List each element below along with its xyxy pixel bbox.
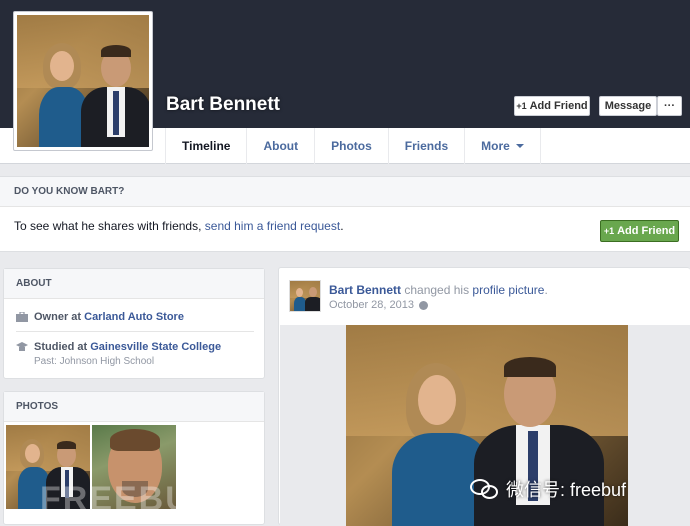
graduation-cap-icon: [16, 342, 28, 352]
about-heading: ABOUT: [4, 269, 264, 299]
post-author-link[interactable]: Bart Bennett: [329, 283, 401, 297]
friend-request-prompt: To see what he shares with friends, send…: [14, 219, 344, 233]
tab-more[interactable]: More: [464, 128, 541, 164]
couple-photo: [17, 15, 149, 147]
tab-more-label: More: [481, 139, 510, 153]
faint-watermark-logo: FREEBUF: [40, 480, 215, 518]
about-card: ABOUT Owner at Carland Auto Store Studie…: [3, 268, 265, 379]
study-prefix: Studied at: [34, 341, 91, 353]
more-options-button[interactable]: ···: [657, 96, 682, 116]
post-action-text: changed his: [401, 283, 473, 297]
work-prefix: Owner at: [34, 311, 85, 323]
tab-timeline-label: Timeline: [182, 139, 231, 153]
send-friend-request-link[interactable]: send him a friend request: [205, 219, 340, 233]
prompt-period: .: [340, 219, 344, 233]
message-label: Message: [604, 99, 652, 112]
wechat-watermark: 微信号: freebuf: [470, 476, 626, 502]
tab-about-label: About: [263, 139, 299, 153]
add-friend-label: Add Friend: [529, 99, 588, 112]
post-date[interactable]: October 28, 2013: [329, 299, 414, 311]
education-info: Studied at Gainesville State College Pas…: [16, 341, 221, 367]
work-place-link[interactable]: Carland Auto Store: [84, 311, 184, 323]
tab-about[interactable]: About: [246, 128, 314, 164]
profile-name[interactable]: Bart Bennett: [166, 94, 280, 116]
tab-friends-label: Friends: [404, 139, 449, 153]
tab-timeline[interactable]: Timeline: [165, 128, 246, 164]
study-place-link[interactable]: Gainesville State College: [90, 341, 221, 353]
tab-photos-label: Photos: [331, 139, 372, 153]
briefcase-icon: [16, 311, 28, 322]
post-author-avatar[interactable]: [289, 280, 321, 312]
couple-photo: [290, 281, 320, 311]
globe-icon: [419, 300, 429, 310]
add-friend-icon: +1: [603, 226, 615, 236]
add-friend-green-label: Add Friend: [617, 225, 676, 237]
work-info: Owner at Carland Auto Store: [16, 311, 184, 323]
add-friend-green-button[interactable]: +1 Add Friend: [600, 220, 679, 242]
past-school: Past: Johnson High School: [34, 356, 155, 367]
wechat-icon: [470, 477, 500, 501]
chevron-down-icon: [515, 144, 524, 148]
more-dots-icon: ···: [664, 99, 675, 112]
photos-heading: PHOTOS: [4, 392, 264, 422]
profile-tabs: Timeline About Photos Friends More: [165, 128, 541, 164]
post-timestamp[interactable]: October 28, 2013: [329, 299, 429, 311]
add-friend-icon: +1: [516, 100, 527, 111]
profile-picture-link[interactable]: profile picture: [472, 283, 544, 297]
post-headline: Bart Bennett changed his profile picture…: [329, 283, 548, 297]
do-you-know-card: DO YOU KNOW BART? To see what he shares …: [0, 176, 690, 252]
watermark-text: 微信号: freebuf: [506, 480, 627, 500]
tab-friends[interactable]: Friends: [387, 128, 464, 164]
do-you-know-heading: DO YOU KNOW BART?: [0, 177, 690, 207]
add-friend-button[interactable]: +1 Add Friend: [514, 96, 590, 116]
prompt-text: To see what he shares with friends,: [14, 219, 205, 233]
about-divider: [16, 331, 254, 332]
profile-picture[interactable]: [13, 11, 153, 151]
post-period: .: [544, 283, 548, 297]
tab-photos[interactable]: Photos: [314, 128, 388, 164]
message-button[interactable]: Message: [599, 96, 657, 116]
